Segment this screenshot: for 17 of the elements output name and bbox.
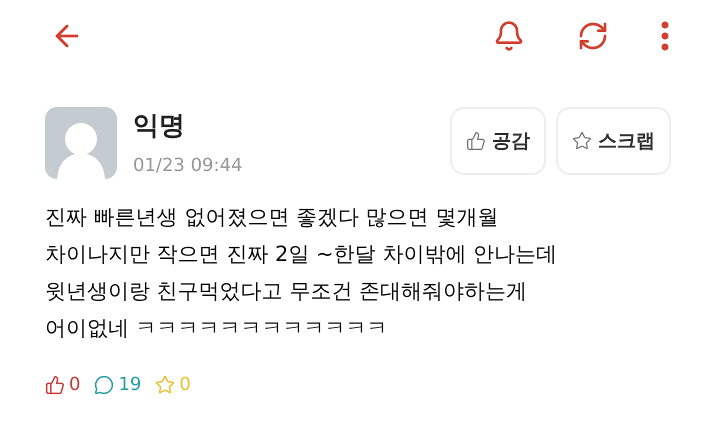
thumbs-up-icon xyxy=(466,131,486,151)
notification-button[interactable] xyxy=(493,20,525,52)
like-count: 0 xyxy=(69,373,80,397)
comment-count: 19 xyxy=(118,373,142,397)
author-name: 익명 xyxy=(133,110,186,143)
refresh-icon xyxy=(577,20,609,52)
post-body: 진짜 빠른년생 없어졌으면 좋겠다 많으면 몇개월 차이나지만 작으면 진짜 2일 ~한달 차이밖에 안나는데 윗년생이랑 친구먹었다고 무조건 존대해줘야하는게 어이없네 ㅋㅋㅋㅋㅋㅋㅋㅋㅋㅋㅋㅋ xyxy=(44,204,558,342)
scrap-button[interactable]: 스크랩 xyxy=(556,107,671,175)
refresh-button[interactable] xyxy=(577,20,609,52)
more-icon xyxy=(661,21,669,51)
post-time: 01/23 09:44 xyxy=(133,154,242,178)
like-button[interactable]: 공감 xyxy=(450,107,546,175)
bell-icon xyxy=(493,20,525,52)
avatar xyxy=(45,107,117,179)
scrap-count: 0 xyxy=(179,373,191,397)
more-button[interactable] xyxy=(661,21,669,51)
star-icon xyxy=(572,131,592,151)
